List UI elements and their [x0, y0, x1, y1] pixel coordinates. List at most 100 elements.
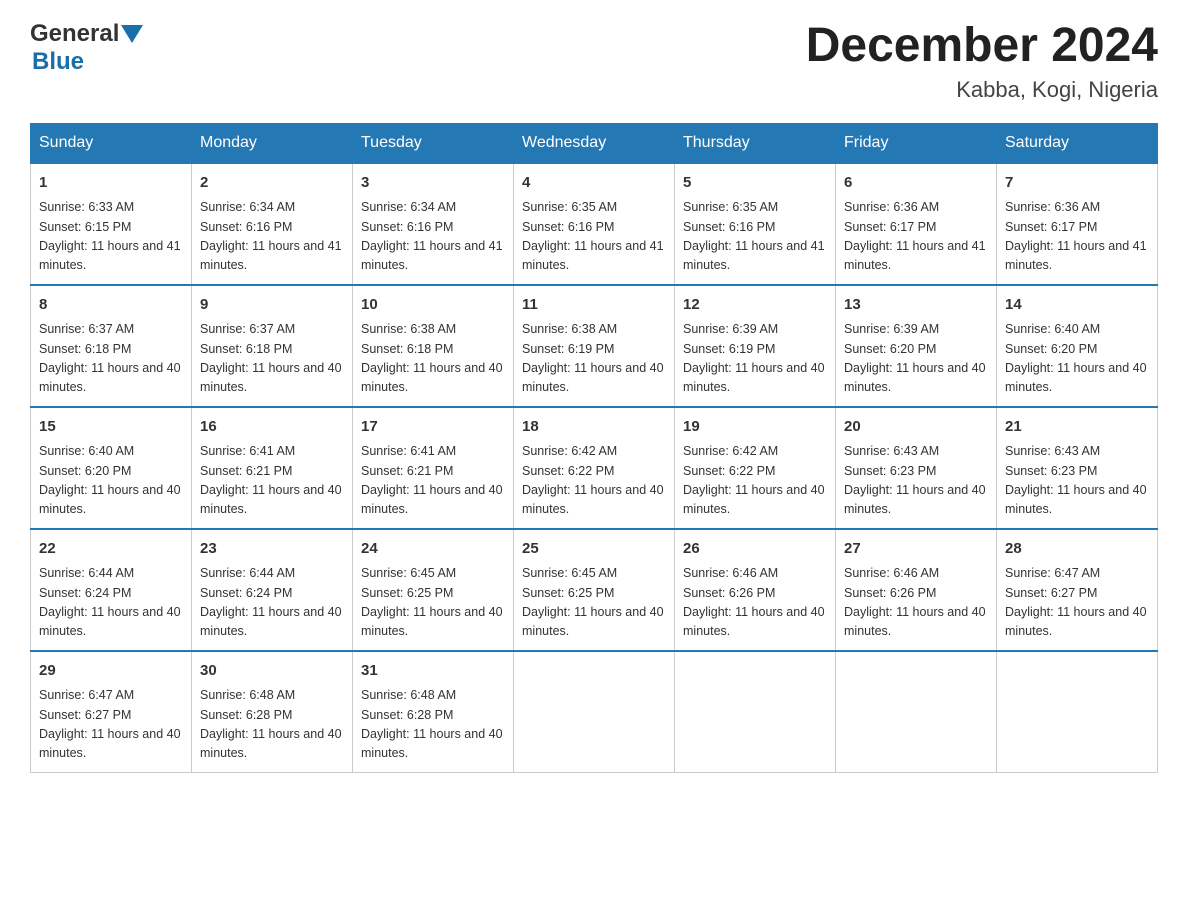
- day-number: 27: [844, 538, 988, 561]
- calendar-day-cell: 6 Sunrise: 6:36 AMSunset: 6:17 PMDaylight…: [836, 163, 997, 285]
- day-info: Sunrise: 6:35 AMSunset: 6:16 PMDaylight:…: [683, 198, 827, 276]
- day-info: Sunrise: 6:48 AMSunset: 6:28 PMDaylight:…: [361, 686, 505, 764]
- calendar-day-cell: 18 Sunrise: 6:42 AMSunset: 6:22 PMDayligh…: [514, 407, 675, 529]
- calendar-day-cell: 12Sunrise: 6:39 AMSunset: 6:19 PMDayligh…: [675, 285, 836, 407]
- calendar-day-cell: 5 Sunrise: 6:35 AMSunset: 6:16 PMDaylight…: [675, 163, 836, 285]
- calendar-day-cell: 4Sunrise: 6:35 AMSunset: 6:16 PMDaylight…: [514, 163, 675, 285]
- day-number: 10: [361, 294, 505, 317]
- calendar-day-cell: 23 Sunrise: 6:44 AMSunset: 6:24 PMDayligh…: [192, 529, 353, 651]
- column-header-tuesday: Tuesday: [353, 123, 514, 163]
- day-info: Sunrise: 6:46 AMSunset: 6:26 PMDaylight:…: [844, 564, 988, 642]
- calendar-day-cell: 28 Sunrise: 6:47 AMSunset: 6:27 PMDayligh…: [997, 529, 1158, 651]
- calendar-day-cell: 17 Sunrise: 6:41 AMSunset: 6:21 PMDayligh…: [353, 407, 514, 529]
- day-number: 3: [361, 172, 505, 195]
- day-number: 6: [844, 172, 988, 195]
- day-number: 18: [522, 416, 666, 439]
- calendar-day-cell: 30 Sunrise: 6:48 AMSunset: 6:28 PMDayligh…: [192, 651, 353, 773]
- day-info: Sunrise: 6:42 AMSunset: 6:22 PMDaylight:…: [683, 442, 827, 520]
- day-info: Sunrise: 6:41 AMSunset: 6:21 PMDaylight:…: [361, 442, 505, 520]
- day-number: 31: [361, 660, 505, 683]
- column-header-thursday: Thursday: [675, 123, 836, 163]
- calendar-day-cell: 27 Sunrise: 6:46 AMSunset: 6:26 PMDayligh…: [836, 529, 997, 651]
- day-info: Sunrise: 6:39 AMSunset: 6:20 PMDaylight:…: [844, 320, 988, 398]
- calendar-day-cell: [997, 651, 1158, 773]
- calendar-day-cell: 25Sunrise: 6:45 AMSunset: 6:25 PMDayligh…: [514, 529, 675, 651]
- day-info: Sunrise: 6:47 AMSunset: 6:27 PMDaylight:…: [1005, 564, 1149, 642]
- calendar-title: December 2024: [806, 20, 1158, 73]
- calendar-day-cell: 21 Sunrise: 6:43 AMSunset: 6:23 PMDayligh…: [997, 407, 1158, 529]
- calendar-week-row: 22 Sunrise: 6:44 AMSunset: 6:24 PMDayligh…: [31, 529, 1158, 651]
- day-number: 24: [361, 538, 505, 561]
- day-number: 29: [39, 660, 183, 683]
- day-info: Sunrise: 6:40 AMSunset: 6:20 PMDaylight:…: [39, 442, 183, 520]
- day-number: 11: [522, 294, 666, 317]
- day-number: 30: [200, 660, 344, 683]
- calendar-day-cell: 20Sunrise: 6:43 AMSunset: 6:23 PMDayligh…: [836, 407, 997, 529]
- calendar-day-cell: 14Sunrise: 6:40 AMSunset: 6:20 PMDayligh…: [997, 285, 1158, 407]
- day-number: 26: [683, 538, 827, 561]
- day-info: Sunrise: 6:45 AMSunset: 6:25 PMDaylight:…: [361, 564, 505, 642]
- day-info: Sunrise: 6:47 AMSunset: 6:27 PMDaylight:…: [39, 686, 183, 764]
- day-info: Sunrise: 6:33 AMSunset: 6:15 PMDaylight:…: [39, 198, 183, 276]
- day-number: 8: [39, 294, 183, 317]
- calendar-day-cell: 1Sunrise: 6:33 AMSunset: 6:15 PMDaylight…: [31, 163, 192, 285]
- calendar-day-cell: [675, 651, 836, 773]
- day-info: Sunrise: 6:39 AMSunset: 6:19 PMDaylight:…: [683, 320, 827, 398]
- day-number: 2: [200, 172, 344, 195]
- calendar-day-cell: 10Sunrise: 6:38 AMSunset: 6:18 PMDayligh…: [353, 285, 514, 407]
- day-number: 21: [1005, 416, 1149, 439]
- day-info: Sunrise: 6:44 AMSunset: 6:24 PMDaylight:…: [39, 564, 183, 642]
- column-header-wednesday: Wednesday: [514, 123, 675, 163]
- day-number: 28: [1005, 538, 1149, 561]
- day-info: Sunrise: 6:41 AMSunset: 6:21 PMDaylight:…: [200, 442, 344, 520]
- calendar-day-cell: 2 Sunrise: 6:34 AMSunset: 6:16 PMDaylight…: [192, 163, 353, 285]
- calendar-day-cell: 16 Sunrise: 6:41 AMSunset: 6:21 PMDayligh…: [192, 407, 353, 529]
- day-info: Sunrise: 6:34 AMSunset: 6:16 PMDaylight:…: [361, 198, 505, 276]
- day-info: Sunrise: 6:34 AMSunset: 6:16 PMDaylight:…: [200, 198, 344, 276]
- day-info: Sunrise: 6:36 AMSunset: 6:17 PMDaylight:…: [844, 198, 988, 276]
- calendar-day-cell: 31 Sunrise: 6:48 AMSunset: 6:28 PMDayligh…: [353, 651, 514, 773]
- calendar-day-cell: 11 Sunrise: 6:38 AMSunset: 6:19 PMDayligh…: [514, 285, 675, 407]
- calendar-day-cell: [514, 651, 675, 773]
- day-info: Sunrise: 6:36 AMSunset: 6:17 PMDaylight:…: [1005, 198, 1149, 276]
- day-info: Sunrise: 6:43 AMSunset: 6:23 PMDaylight:…: [1005, 442, 1149, 520]
- calendar-header-row: SundayMondayTuesdayWednesdayThursdayFrid…: [31, 123, 1158, 163]
- day-number: 15: [39, 416, 183, 439]
- calendar-day-cell: 24 Sunrise: 6:45 AMSunset: 6:25 PMDayligh…: [353, 529, 514, 651]
- day-info: Sunrise: 6:43 AMSunset: 6:23 PMDaylight:…: [844, 442, 988, 520]
- column-header-saturday: Saturday: [997, 123, 1158, 163]
- day-number: 5: [683, 172, 827, 195]
- day-info: Sunrise: 6:46 AMSunset: 6:26 PMDaylight:…: [683, 564, 827, 642]
- day-number: 22: [39, 538, 183, 561]
- calendar-table: SundayMondayTuesdayWednesdayThursdayFrid…: [30, 123, 1158, 773]
- day-info: Sunrise: 6:37 AMSunset: 6:18 PMDaylight:…: [39, 320, 183, 398]
- calendar-day-cell: 13 Sunrise: 6:39 AMSunset: 6:20 PMDayligh…: [836, 285, 997, 407]
- day-info: Sunrise: 6:44 AMSunset: 6:24 PMDaylight:…: [200, 564, 344, 642]
- calendar-week-row: 8 Sunrise: 6:37 AMSunset: 6:18 PMDaylight…: [31, 285, 1158, 407]
- day-info: Sunrise: 6:38 AMSunset: 6:19 PMDaylight:…: [522, 320, 666, 398]
- day-info: Sunrise: 6:37 AMSunset: 6:18 PMDaylight:…: [200, 320, 344, 398]
- day-number: 17: [361, 416, 505, 439]
- calendar-day-cell: 8 Sunrise: 6:37 AMSunset: 6:18 PMDaylight…: [31, 285, 192, 407]
- day-number: 16: [200, 416, 344, 439]
- day-info: Sunrise: 6:45 AMSunset: 6:25 PMDaylight:…: [522, 564, 666, 642]
- calendar-day-cell: [836, 651, 997, 773]
- calendar-week-row: 15 Sunrise: 6:40 AMSunset: 6:20 PMDayligh…: [31, 407, 1158, 529]
- calendar-week-row: 29 Sunrise: 6:47 AMSunset: 6:27 PMDayligh…: [31, 651, 1158, 773]
- logo: General Blue: [30, 20, 143, 76]
- day-number: 14: [1005, 294, 1149, 317]
- day-number: 7: [1005, 172, 1149, 195]
- logo-blue-text: Blue: [32, 48, 84, 75]
- logo-triangle-icon: [121, 25, 143, 45]
- calendar-week-row: 1Sunrise: 6:33 AMSunset: 6:15 PMDaylight…: [31, 163, 1158, 285]
- calendar-day-cell: 29 Sunrise: 6:47 AMSunset: 6:27 PMDayligh…: [31, 651, 192, 773]
- day-info: Sunrise: 6:48 AMSunset: 6:28 PMDaylight:…: [200, 686, 344, 764]
- day-number: 23: [200, 538, 344, 561]
- logo-general-text: General: [30, 20, 119, 48]
- calendar-day-cell: 19Sunrise: 6:42 AMSunset: 6:22 PMDayligh…: [675, 407, 836, 529]
- column-header-friday: Friday: [836, 123, 997, 163]
- calendar-day-cell: 15 Sunrise: 6:40 AMSunset: 6:20 PMDayligh…: [31, 407, 192, 529]
- day-number: 9: [200, 294, 344, 317]
- day-number: 13: [844, 294, 988, 317]
- day-info: Sunrise: 6:42 AMSunset: 6:22 PMDaylight:…: [522, 442, 666, 520]
